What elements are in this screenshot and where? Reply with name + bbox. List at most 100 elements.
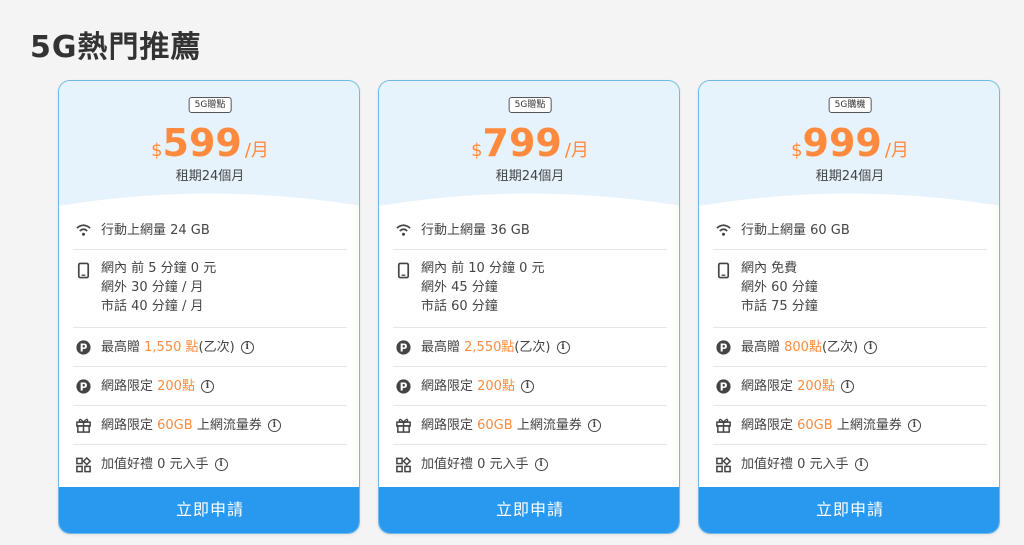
plan-badge: 5G購機 <box>828 97 872 113</box>
apply-button[interactable]: 立即申請 <box>699 487 999 533</box>
points-value: 2,550點 <box>464 339 515 355</box>
price-unit: /月 <box>564 140 589 161</box>
phone-icon <box>717 262 730 279</box>
voice-line: 市話 60 分鐘 <box>421 299 498 314</box>
apps-grid-icon <box>396 456 412 472</box>
svg-text:P: P <box>400 381 408 393</box>
plan-term: 租期24個月 <box>495 169 565 184</box>
plan-card: 5G贈點 $599/月 租期24個月 行動上網量 24 GB 網內 前 5 分鐘… <box>58 80 360 534</box>
feature-gift: 加值好禮 0 元入手 i <box>713 445 987 484</box>
svg-text:P: P <box>80 381 88 393</box>
price-currency: $ <box>471 140 483 161</box>
info-icon[interactable]: i <box>864 340 878 354</box>
gift-text: 加值好禮 0 元入手 <box>741 457 849 472</box>
price-amount: 599 <box>162 121 242 165</box>
info-icon[interactable]: i <box>840 379 854 393</box>
info-icon[interactable]: i <box>240 340 254 354</box>
points-value: 1,550 點 <box>144 339 199 355</box>
online-points-text: 網路限定 200點 <box>101 378 195 394</box>
info-icon[interactable]: i <box>200 379 214 393</box>
info-icon[interactable]: i <box>534 458 548 471</box>
apps-grid-icon <box>716 456 732 472</box>
svg-text:P: P <box>400 342 408 354</box>
feature-data-label: 行動上網量 60 GB <box>741 222 850 238</box>
voice-line: 網內 前 10 分鐘 0 元 <box>421 261 545 276</box>
points-p-icon: P <box>76 379 91 394</box>
feature-voice: 網內 前 10 分鐘 0 元 網外 45 分鐘 市話 60 分鐘 <box>393 250 667 328</box>
phone-icon <box>77 262 90 279</box>
feature-coupon: 網路限定 60GB 上網流量券 i <box>393 406 667 445</box>
feature-points: P 最高贈 800點(乙次) i <box>713 328 987 367</box>
gift-icon <box>396 418 411 433</box>
points-text: 最高贈 800點(乙次) <box>741 339 859 355</box>
wifi-icon <box>716 224 731 236</box>
phone-icon <box>397 262 410 279</box>
wifi-icon <box>396 224 411 236</box>
coupon-text: 網路限定 60GB 上網流量券 <box>741 417 902 433</box>
price-unit: /月 <box>884 140 909 161</box>
plan-header: 5G購機 $999/月 租期24個月 <box>699 81 999 221</box>
feature-coupon: 網路限定 60GB 上網流量券 i <box>713 406 987 445</box>
plan-badge: 5G贈點 <box>188 97 232 113</box>
feature-data-label: 行動上網量 36 GB <box>421 222 530 238</box>
plan-card: 5G贈點 $799/月 租期24個月 行動上網量 36 GB 網內 前 10 分… <box>378 80 680 534</box>
info-icon[interactable]: i <box>267 418 281 432</box>
svg-text:P: P <box>720 342 728 354</box>
info-icon[interactable]: i <box>214 458 228 471</box>
feature-data: 行動上網量 24 GB <box>73 211 347 250</box>
online-points-text: 網路限定 200點 <box>741 378 835 394</box>
page-title: 5G熱門推薦 <box>30 30 202 65</box>
plan-price: $799/月 <box>379 121 679 165</box>
info-icon[interactable]: i <box>520 379 534 393</box>
points-value: 800點 <box>784 339 822 355</box>
plan-badge: 5G贈點 <box>508 97 552 113</box>
points-p-icon: P <box>396 379 411 394</box>
info-icon[interactable]: i <box>907 418 921 432</box>
feature-voice: 網內 免費 網外 60 分鐘 市話 75 分鐘 <box>713 250 987 328</box>
svg-text:P: P <box>720 381 728 393</box>
voice-line: 網內 免費 <box>741 261 798 276</box>
feature-online-points: P 網路限定 200點 i <box>73 367 347 406</box>
plan-features: 行動上網量 36 GB 網內 前 10 分鐘 0 元 網外 45 分鐘 市話 6… <box>393 211 667 484</box>
price-amount: 799 <box>482 121 562 165</box>
feature-data-label: 行動上網量 24 GB <box>101 222 210 238</box>
plan-features: 行動上網量 24 GB 網內 前 5 分鐘 0 元 網外 30 分鐘 / 月 市… <box>73 211 347 484</box>
plan-term: 租期24個月 <box>175 169 245 184</box>
wifi-icon <box>76 224 91 236</box>
plan-price: $999/月 <box>699 121 999 165</box>
points-p-icon: P <box>396 340 411 355</box>
plan-header: 5G贈點 $799/月 租期24個月 <box>379 81 679 221</box>
info-icon[interactable]: i <box>556 340 570 354</box>
plan-term: 租期24個月 <box>815 169 885 184</box>
price-currency: $ <box>791 140 803 161</box>
coupon-text: 網路限定 60GB 上網流量券 <box>421 417 582 433</box>
feature-points: P 最高贈 1,550 點(乙次) i <box>73 328 347 367</box>
points-p-icon: P <box>716 379 731 394</box>
feature-coupon: 網路限定 60GB 上網流量券 i <box>73 406 347 445</box>
gift-text: 加值好禮 0 元入手 <box>421 457 529 472</box>
voice-line: 網內 前 5 分鐘 0 元 <box>101 261 217 276</box>
plan-header: 5G贈點 $599/月 租期24個月 <box>59 81 359 221</box>
gift-icon <box>76 418 91 433</box>
points-p-icon: P <box>76 340 91 355</box>
plan-card: 5G購機 $999/月 租期24個月 行動上網量 60 GB 網內 免費 網外 … <box>698 80 1000 534</box>
price-unit: /月 <box>244 140 269 161</box>
voice-line: 市話 40 分鐘 / 月 <box>101 299 204 314</box>
svg-text:P: P <box>80 342 88 354</box>
voice-line: 網外 30 分鐘 / 月 <box>101 280 204 295</box>
apply-button[interactable]: 立即申請 <box>59 487 359 533</box>
plan-cards: 5G贈點 $599/月 租期24個月 行動上網量 24 GB 網內 前 5 分鐘… <box>58 80 1002 536</box>
apply-button[interactable]: 立即申請 <box>379 487 679 533</box>
coupon-text: 網路限定 60GB 上網流量券 <box>101 417 262 433</box>
points-p-icon: P <box>716 340 731 355</box>
apps-grid-icon <box>76 456 92 472</box>
points-text: 最高贈 1,550 點(乙次) <box>101 339 235 355</box>
feature-data: 行動上網量 60 GB <box>713 211 987 250</box>
info-icon[interactable]: i <box>854 458 868 471</box>
info-icon[interactable]: i <box>587 418 601 432</box>
voice-line: 市話 75 分鐘 <box>741 299 818 314</box>
feature-data: 行動上網量 36 GB <box>393 211 667 250</box>
feature-online-points: P 網路限定 200點 i <box>713 367 987 406</box>
feature-online-points: P 網路限定 200點 i <box>393 367 667 406</box>
online-points-text: 網路限定 200點 <box>421 378 515 394</box>
